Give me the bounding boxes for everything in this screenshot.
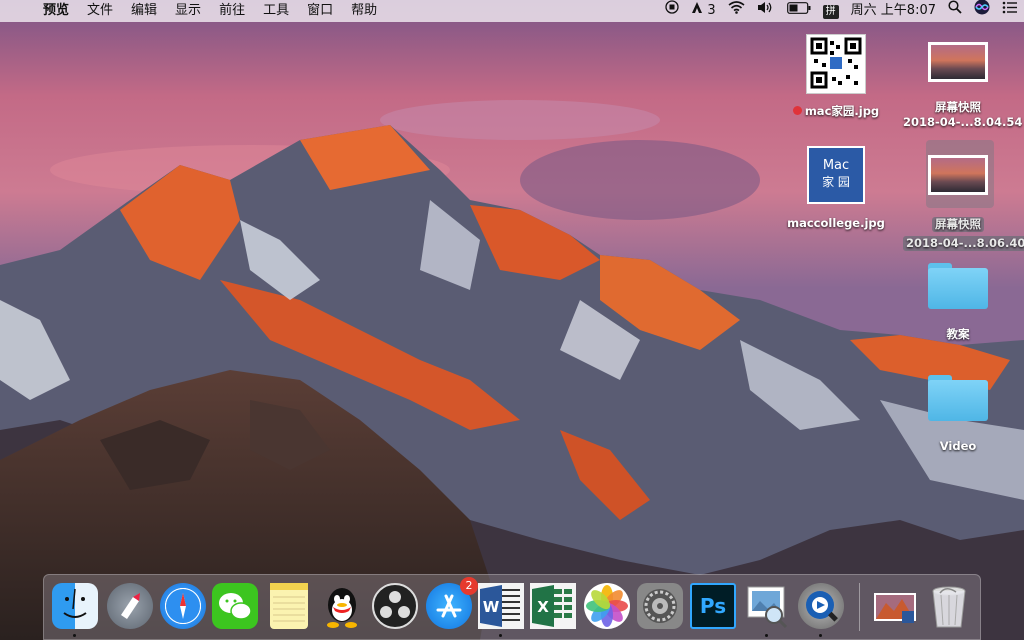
notification-badge: 2 bbox=[460, 577, 478, 595]
running-indicator bbox=[73, 634, 76, 637]
clock[interactable]: 周六 上午8:07 bbox=[845, 0, 942, 22]
thumb-text-jiayuan: 家 园 bbox=[822, 175, 850, 189]
menu-window[interactable]: 窗口 bbox=[298, 0, 342, 22]
file-name-date: 2018-04-...8.04.54 bbox=[903, 115, 1023, 129]
trash-icon[interactable] bbox=[926, 583, 972, 629]
adobe-creative-cloud-icon[interactable]: 3 bbox=[685, 0, 721, 22]
menu-file[interactable]: 文件 bbox=[78, 0, 122, 22]
screenshot-thumbnail-icon bbox=[928, 42, 988, 82]
desktop-file-maccollege[interactable]: Mac 家 园 maccollege.jpg bbox=[781, 146, 891, 231]
wifi-icon[interactable] bbox=[722, 0, 751, 22]
system-preferences-icon[interactable] bbox=[637, 583, 683, 629]
excel-icon[interactable]: X bbox=[530, 583, 576, 629]
desktop-file-screenshot-1[interactable]: 屏幕快照 2018-04-...8.04.54 bbox=[903, 42, 1023, 130]
photoshop-icon[interactable]: Ps bbox=[690, 583, 736, 629]
file-name: 屏幕快照 bbox=[935, 100, 981, 114]
menu-bar: 预览 文件 编辑 显示 前往 工具 窗口 帮助 3 拼 周六 上午8:07 bbox=[0, 0, 1024, 22]
desktop-file-mac-jia-yuan[interactable]: mac家园.jpg bbox=[781, 34, 891, 119]
file-name: maccollege.jpg bbox=[787, 216, 885, 230]
running-indicator bbox=[499, 634, 502, 637]
file-name: 屏幕快照 bbox=[932, 217, 984, 232]
finder-icon[interactable] bbox=[52, 583, 98, 629]
screenshot-thumbnail-icon bbox=[928, 155, 988, 195]
folder-name: 教案 bbox=[946, 327, 970, 341]
dock: 2 W X Ps bbox=[43, 574, 981, 640]
menu-edit[interactable]: 编辑 bbox=[122, 0, 166, 22]
desktop-file-screenshot-2[interactable]: 屏幕快照 2018-04-...8.06.40 bbox=[903, 155, 1024, 251]
siri-icon[interactable] bbox=[968, 0, 996, 23]
svg-text:X: X bbox=[537, 598, 549, 616]
folder-name: Video bbox=[939, 439, 977, 453]
launchpad-icon[interactable] bbox=[107, 583, 153, 629]
photoshop-label: Ps bbox=[699, 594, 727, 618]
qr-code-thumbnail-icon bbox=[806, 34, 866, 94]
adobe-notification-count: 3 bbox=[707, 3, 716, 18]
app-store-icon[interactable]: 2 bbox=[426, 577, 478, 629]
svg-text:W: W bbox=[483, 598, 500, 616]
thumb-text-mac: Mac bbox=[822, 158, 850, 173]
menu-view[interactable]: 显示 bbox=[166, 0, 210, 22]
menu-go[interactable]: 前往 bbox=[210, 0, 254, 22]
desktop-folder-video[interactable]: Video bbox=[903, 375, 1013, 454]
folder-icon bbox=[928, 375, 988, 421]
menu-tools[interactable]: 工具 bbox=[254, 0, 298, 22]
obs-icon[interactable] bbox=[372, 583, 418, 629]
folder-icon bbox=[928, 263, 988, 309]
spotlight-search-icon[interactable] bbox=[942, 0, 968, 22]
word-icon[interactable]: W bbox=[478, 583, 524, 629]
mac-logo-thumbnail-icon: Mac 家 园 bbox=[807, 146, 865, 204]
input-method-indicator[interactable]: 拼 bbox=[817, 0, 845, 22]
quicktime-icon[interactable] bbox=[798, 583, 844, 629]
screen-recording-icon[interactable] bbox=[659, 0, 685, 22]
running-indicator bbox=[765, 634, 768, 637]
running-indicator bbox=[819, 634, 822, 637]
volume-icon[interactable] bbox=[751, 0, 781, 22]
wechat-icon[interactable] bbox=[212, 583, 258, 629]
file-name: mac家园.jpg bbox=[804, 104, 880, 118]
dock-separator bbox=[859, 583, 860, 631]
safari-icon[interactable] bbox=[160, 583, 206, 629]
notes-icon[interactable] bbox=[270, 583, 308, 629]
file-tag-dot bbox=[792, 106, 802, 115]
preview-icon[interactable] bbox=[744, 583, 790, 629]
battery-icon[interactable] bbox=[781, 0, 817, 22]
desktop-folder-jiaoan[interactable]: 教案 bbox=[903, 263, 1013, 342]
photos-icon[interactable] bbox=[584, 583, 630, 629]
document-thumbnail-icon[interactable] bbox=[872, 583, 918, 629]
menu-help[interactable]: 帮助 bbox=[342, 0, 386, 22]
menu-preview[interactable]: 预览 bbox=[34, 0, 78, 22]
notification-center-icon[interactable] bbox=[996, 0, 1024, 22]
qq-icon[interactable] bbox=[319, 583, 365, 629]
file-name-date: 2018-04-...8.06.40 bbox=[903, 236, 1024, 251]
